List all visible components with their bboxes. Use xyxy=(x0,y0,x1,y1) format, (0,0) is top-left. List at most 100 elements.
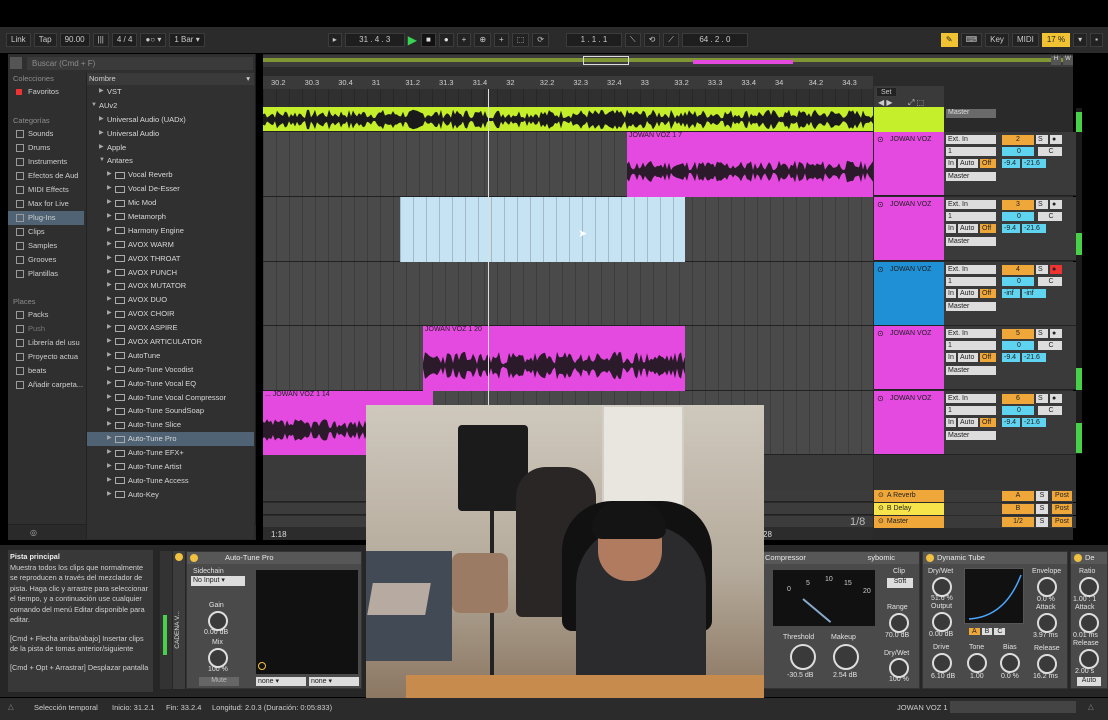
track-lane[interactable] xyxy=(263,262,873,326)
return-fold-icon[interactable]: ⊙ xyxy=(878,490,884,502)
time-ruler[interactable]: 30.2 30.3 30.4 31 31.2 31.3 31.4 32 32.2 32.3 32.4… xyxy=(263,76,873,89)
pan-value[interactable]: C xyxy=(1038,277,1062,286)
place-user-library[interactable]: Librería del usu xyxy=(8,336,84,350)
sidebar-item-midi-effects[interactable]: MIDI Effects xyxy=(8,183,84,197)
post-button[interactable]: Post xyxy=(1052,491,1072,501)
track-name[interactable]: JOWAN VOZ xyxy=(890,136,931,143)
browser-search-input[interactable]: Buscar (Cmd + F) xyxy=(27,57,253,70)
arm-button[interactable]: ● xyxy=(1050,200,1062,209)
arm-button[interactable]: ● xyxy=(1050,265,1062,274)
expand-arrow-icon[interactable]: ▶ xyxy=(107,391,115,405)
quantize-select[interactable]: 1 Bar ▾ xyxy=(169,33,205,47)
return-track-header[interactable]: ⊙ B Delay xyxy=(874,503,944,515)
midi-map-button[interactable]: MIDI xyxy=(1011,33,1039,47)
tube-a-button[interactable]: A xyxy=(969,628,980,635)
link-button[interactable]: Link xyxy=(6,33,31,47)
send-value[interactable]: 0 xyxy=(1002,147,1034,156)
output-select[interactable]: Master xyxy=(946,366,996,375)
expand-arrow-icon[interactable]: ▼ xyxy=(99,154,107,168)
tap-button[interactable]: Tap xyxy=(33,33,57,47)
partial-device-header[interactable]: De xyxy=(1071,552,1107,564)
input-channel-select[interactable]: 1 xyxy=(946,406,996,415)
expand-arrow-icon[interactable]: ▶ xyxy=(99,127,107,141)
volume-value[interactable]: -9.4 xyxy=(1002,159,1020,168)
sidebar-item-favorites[interactable]: Favoritos xyxy=(8,85,84,99)
tree-item[interactable]: ▶ Universal Audio xyxy=(87,127,254,141)
follow-icon[interactable]: ▸ xyxy=(327,33,342,47)
track-lane-lime[interactable] xyxy=(263,107,873,132)
range-knob[interactable] xyxy=(889,613,909,633)
tree-item[interactable]: ▶ Auto-Key xyxy=(87,488,254,502)
track-header[interactable]: ⊙ JOWAN VOZ xyxy=(874,391,944,455)
sidebar-item-clips[interactable]: Clips xyxy=(8,225,84,239)
meter-field[interactable]: 4 / 4 xyxy=(111,33,138,47)
track-activator[interactable]: 3 xyxy=(1002,200,1034,210)
track-header[interactable]: ⊙ JOWAN VOZ xyxy=(874,197,944,261)
tree-item[interactable]: ▶ Mic Mod xyxy=(87,196,254,210)
in-button[interactable]: In xyxy=(946,418,956,427)
metronome-icon[interactable]: ||| xyxy=(92,33,109,47)
tree-item[interactable]: ▶ Vocal Reverb xyxy=(87,168,254,182)
tree-item[interactable]: ▶ Auto-Tune Vocal Compressor xyxy=(87,391,254,405)
set-button[interactable]: Set xyxy=(876,87,897,97)
output-select[interactable]: Master xyxy=(946,172,996,181)
tree-item[interactable]: ▶ Auto-Tune EFX+ xyxy=(87,446,254,460)
tree-item[interactable]: ▶ Harmony Engine xyxy=(87,224,254,238)
overview-bar[interactable]: H W xyxy=(263,55,1073,67)
lime-track-output[interactable]: Master xyxy=(946,109,996,118)
sidechain-input-select[interactable]: No Input ▾ xyxy=(191,576,245,586)
tube-attack-knob[interactable] xyxy=(1037,613,1057,633)
overview-visible-region[interactable] xyxy=(583,56,629,65)
track-activator[interactable]: 6 xyxy=(1002,394,1034,404)
overdub-icon[interactable]: + xyxy=(456,33,472,47)
tree-item[interactable]: ▼ Antares xyxy=(87,154,254,168)
expand-arrow-icon[interactable]: ▶ xyxy=(107,488,115,502)
off-button[interactable]: Off xyxy=(980,224,996,233)
sidebar-item-drums[interactable]: Drums xyxy=(8,141,84,155)
track-name[interactable]: JOWAN VOZ xyxy=(890,330,931,337)
ratio-knob[interactable] xyxy=(1079,577,1099,597)
expand-arrow-icon[interactable]: ▶ xyxy=(107,460,115,474)
return-solo-button[interactable]: S xyxy=(1036,491,1048,501)
tree-item[interactable]: ▶ Auto-Tune Access xyxy=(87,474,254,488)
track-name[interactable]: JOWAN VOZ xyxy=(890,395,931,402)
locator-prev-icon[interactable]: ◀ ▶ xyxy=(878,98,893,107)
expand-arrow-icon[interactable]: ▶ xyxy=(107,168,115,182)
in-button[interactable]: In xyxy=(946,289,956,298)
auto-button[interactable]: Auto xyxy=(958,289,978,298)
auto-button[interactable]: Auto xyxy=(958,353,978,362)
sidebar-item-plug-ins[interactable]: Plug-Ins xyxy=(8,211,84,225)
expand-arrow-icon[interactable]: ▼ xyxy=(91,99,99,113)
tree-item[interactable]: ▶ Auto-Tune Pro xyxy=(87,432,254,447)
expand-arrow-icon[interactable]: ▶ xyxy=(107,404,115,418)
tree-item[interactable]: ▶ VST xyxy=(87,85,254,99)
tree-item[interactable]: ▶ AVOX ARTICULATOR xyxy=(87,335,254,349)
place-push[interactable]: Push xyxy=(8,322,84,336)
track-fold-icon[interactable]: ⊙ xyxy=(877,394,884,403)
track-header-lime[interactable] xyxy=(874,107,944,132)
time-selection[interactable] xyxy=(400,197,685,262)
track-activator[interactable]: 5 xyxy=(1002,329,1034,339)
return-solo-button[interactable]: S xyxy=(1036,517,1048,527)
tree-item[interactable]: ▶ AVOX CHOIR xyxy=(87,307,254,321)
off-button[interactable]: Off xyxy=(980,289,996,298)
tree-item[interactable]: ▶ AVOX MUTATOR xyxy=(87,279,254,293)
sidebar-item-max-for-live[interactable]: Max for Live xyxy=(8,197,84,211)
place-beats[interactable]: beats xyxy=(8,364,84,378)
bias-knob[interactable] xyxy=(1000,653,1020,673)
expand-arrow-icon[interactable]: ▶ xyxy=(107,210,115,224)
expand-arrow-icon[interactable]: ▶ xyxy=(107,196,115,210)
sidebar-item-sounds[interactable]: Sounds xyxy=(8,127,84,141)
sidebar-item-instruments[interactable]: Instruments xyxy=(8,155,84,169)
draw-mode-icon[interactable]: ✎ xyxy=(940,33,958,47)
record-icon[interactable]: ● xyxy=(438,33,454,47)
overview-w-button[interactable]: W xyxy=(1063,56,1073,65)
volume-value[interactable]: -9.4 xyxy=(1002,353,1020,362)
solo-button[interactable]: S xyxy=(1036,135,1048,144)
loop-start-field[interactable]: 1 . 1 . 1 xyxy=(565,33,622,47)
tree-item[interactable]: ▼ AUv2 xyxy=(87,99,254,113)
envelope-knob[interactable] xyxy=(1037,577,1057,597)
in-button[interactable]: In xyxy=(946,353,956,362)
sidebar-item-samples[interactable]: Samples xyxy=(8,239,84,253)
track-fold-icon[interactable]: ⊙ xyxy=(877,200,884,209)
